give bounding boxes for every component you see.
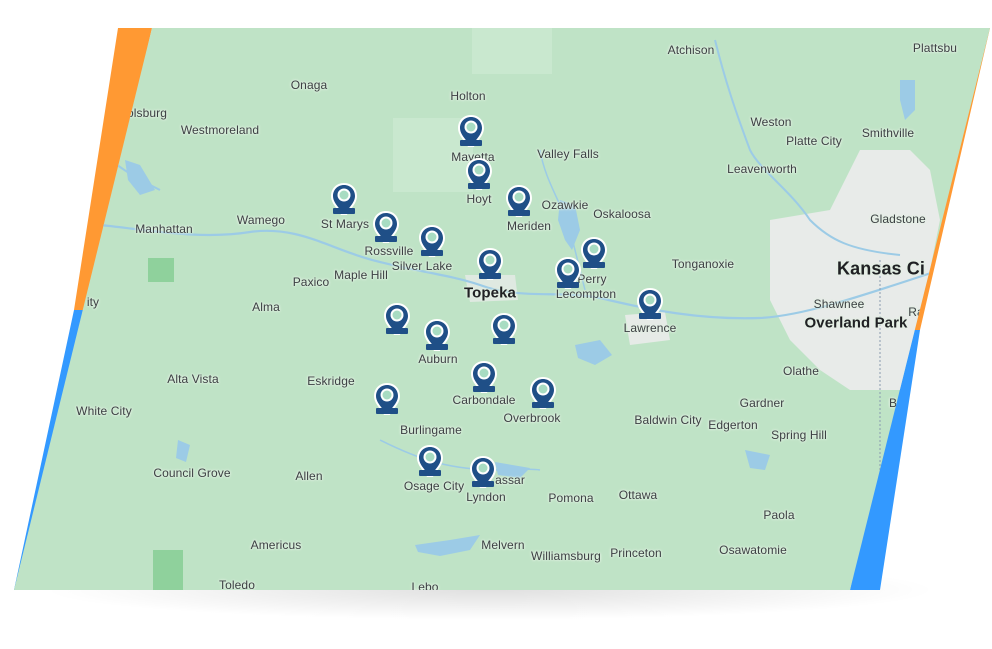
place-label-plattsburg: Plattsbu: [912, 41, 958, 55]
forest-patch: [153, 550, 183, 590]
place-label-baldwin-city: Baldwin City: [634, 413, 702, 427]
location-marker-icon[interactable]: [528, 376, 558, 412]
location-marker-icon[interactable]: [489, 312, 519, 348]
place-label-rossville: Rossville: [364, 244, 414, 258]
place-label-wamego: Wamego: [236, 213, 286, 227]
place-label-manhattan: Manhattan: [135, 222, 193, 236]
place-label-silver-lake: Silver Lake: [391, 259, 453, 273]
place-label-onaga: Onaga: [290, 78, 328, 92]
map-card: Atchison Plattsbu Onaga Holton olsburg Westmo…: [0, 0, 992, 649]
place-label-vassar: assar: [495, 473, 525, 487]
place-label-eskridge: Eskridge: [307, 374, 355, 388]
location-marker-icon[interactable]: [635, 287, 665, 323]
place-label-atchison: Atchison: [667, 43, 715, 57]
location-marker-icon[interactable]: [422, 318, 452, 354]
place-label-auburn: Auburn: [418, 352, 458, 366]
place-label-oskaloosa: Oskaloosa: [593, 207, 651, 221]
place-label-burlingame: Burlingame: [400, 423, 462, 437]
place-label-allen: Allen: [295, 469, 323, 483]
place-label-olathe: Olathe: [783, 364, 819, 378]
map-viewport[interactable]: Atchison Plattsbu Onaga Holton olsburg Westmo…: [14, 28, 990, 592]
place-label-hoyt: Hoyt: [466, 192, 492, 206]
location-marker-icon[interactable]: [382, 302, 412, 338]
place-label-westmoreland: Westmoreland: [180, 123, 260, 137]
location-marker-icon[interactable]: [553, 256, 583, 292]
place-label-overland-park: Overland Park: [804, 314, 908, 332]
place-label-osage-city: Osage City: [403, 479, 465, 493]
place-label-toledo: Toledo: [219, 578, 255, 592]
place-label-osawatomie: Osawatomie: [719, 543, 787, 557]
place-label-topeka: Topeka: [463, 284, 517, 302]
place-label-lyndon: Lyndon: [466, 490, 506, 504]
forest-patch: [148, 258, 174, 282]
place-label-olsburg: olsburg: [126, 106, 168, 120]
place-label-maple-hill: Maple Hill: [334, 268, 388, 282]
place-label-americus: Americus: [250, 538, 302, 552]
place-label-alta-vista: Alta Vista: [167, 372, 219, 386]
place-label-holton: Holton: [450, 89, 486, 103]
place-label-kansas-city: Kansas Ci: [837, 258, 925, 279]
location-marker-icon[interactable]: [371, 210, 401, 246]
place-label-weston: Weston: [750, 115, 792, 129]
place-label-city-left: ity: [86, 295, 100, 309]
location-marker-icon[interactable]: [456, 114, 486, 150]
location-marker-icon[interactable]: [464, 157, 494, 193]
place-label-shawnee: Shawnee: [813, 297, 865, 311]
location-marker-icon[interactable]: [504, 184, 534, 220]
place-label-alma: Alma: [252, 300, 280, 314]
place-label-meriden: Meriden: [506, 219, 552, 233]
place-label-pomona: Pomona: [548, 491, 594, 505]
place-label-paola: Paola: [763, 508, 795, 522]
location-marker-icon[interactable]: [417, 224, 447, 260]
location-marker-icon[interactable]: [372, 382, 402, 418]
place-label-st-marys: St Marys: [320, 217, 370, 231]
place-label-lawrence: Lawrence: [623, 321, 677, 335]
park-area: [472, 28, 552, 74]
place-label-white-city: White City: [76, 404, 132, 418]
place-label-platte-city: Platte City: [786, 134, 842, 148]
place-label-edgerton: Edgerton: [708, 418, 758, 432]
location-marker-icon[interactable]: [579, 236, 609, 272]
place-label-gladstone: Gladstone: [870, 212, 926, 226]
place-label-tonganoxie: Tonganoxie: [671, 257, 735, 271]
place-label-gardner: Gardner: [739, 396, 785, 410]
place-label-princeton: Princeton: [610, 546, 662, 560]
place-label-leavenworth: Leavenworth: [727, 162, 797, 176]
place-label-melvern: Melvern: [481, 538, 525, 552]
location-marker-icon[interactable]: [475, 247, 505, 283]
place-label-spring-hill: Spring Hill: [771, 428, 827, 442]
location-marker-icon[interactable]: [468, 455, 498, 491]
location-marker-icon[interactable]: [469, 360, 499, 396]
location-marker-icon[interactable]: [415, 444, 445, 480]
place-label-ottawa: Ottawa: [618, 488, 658, 502]
place-label-smithville: Smithville: [861, 126, 915, 140]
place-label-council-grove: Council Grove: [153, 466, 231, 480]
place-label-overbrook: Overbrook: [503, 411, 561, 425]
place-label-williamsburg: Williamsburg: [531, 549, 601, 563]
location-marker-icon[interactable]: [329, 182, 359, 218]
place-label-ozawkie: Ozawkie: [541, 198, 589, 212]
place-label-paxico: Paxico: [292, 275, 330, 289]
place-label-valley-falls: Valley Falls: [537, 147, 599, 161]
